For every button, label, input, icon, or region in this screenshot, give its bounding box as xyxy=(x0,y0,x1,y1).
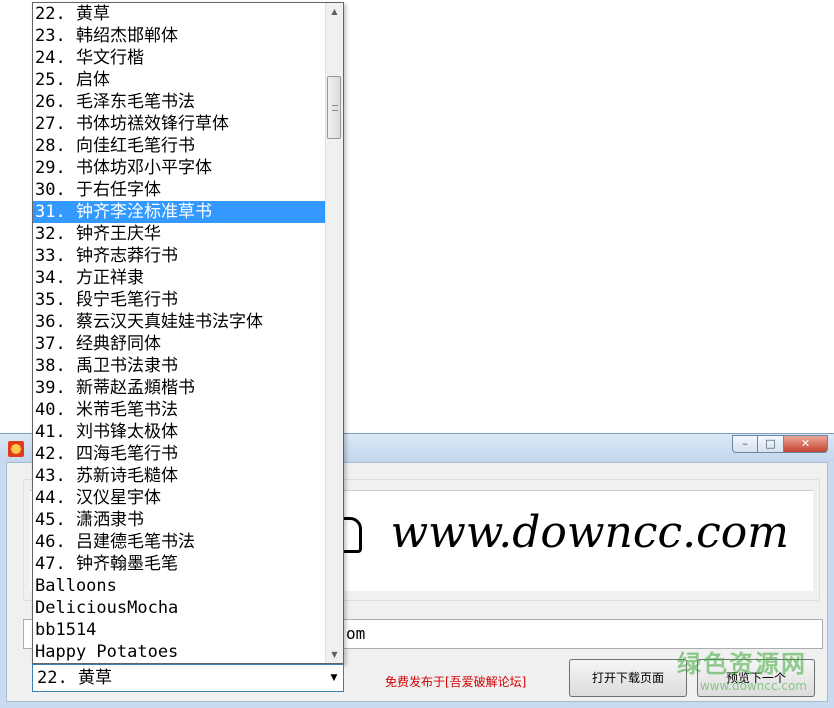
dropdown-scrollbar[interactable]: ▲ ▼ xyxy=(325,3,343,663)
font-dropdown-list[interactable]: 22. 黄草 23. 韩绍杰邯郸体 24. 华文行楷 25. 启体 26. 毛泽东毛笔书… xyxy=(32,2,344,664)
font-option[interactable]: 37. 经典舒同体 xyxy=(33,333,326,355)
font-option[interactable]: 27. 书体坊禚效锋行草体 xyxy=(33,113,326,135)
font-option[interactable]: 28. 向佳红毛笔行书 xyxy=(33,135,326,157)
font-option[interactable]: 30. 于右任字体 xyxy=(33,179,326,201)
font-option[interactable]: 25. 启体 xyxy=(33,69,326,91)
font-preview-text: www.downcc.com xyxy=(390,507,789,558)
font-option[interactable]: DeliciousMocha xyxy=(33,597,326,619)
font-option[interactable]: 38. 禹卫书法隶书 xyxy=(33,355,326,377)
font-option[interactable]: 31. 钟齐李洤标准草书 xyxy=(33,201,326,223)
grip-icon xyxy=(332,104,338,111)
scroll-down-arrow-icon[interactable]: ▼ xyxy=(326,646,343,663)
font-option[interactable]: 24. 华文行楷 xyxy=(33,47,326,69)
maximize-button[interactable]: □ xyxy=(758,435,784,453)
preview-text-input-value: om xyxy=(346,624,366,643)
font-option[interactable]: 33. 钟齐志莽行书 xyxy=(33,245,326,267)
font-option[interactable]: 45. 潇洒隶书 xyxy=(33,509,326,531)
open-download-page-button[interactable]: 打开下载页面 xyxy=(569,659,687,697)
font-option[interactable]: 32. 钟齐王庆华 xyxy=(33,223,326,245)
font-option[interactable]: 44. 汉仪星宇体 xyxy=(33,487,326,509)
font-options: 22. 黄草 23. 韩绍杰邯郸体 24. 华文行楷 25. 启体 26. 毛泽东毛笔书… xyxy=(33,3,326,663)
scrollbar-thumb[interactable] xyxy=(327,76,341,139)
font-option[interactable]: 22. 黄草 xyxy=(33,3,326,25)
font-option[interactable]: Happy Potatoes xyxy=(33,641,326,663)
font-option[interactable]: 40. 米芾毛笔书法 xyxy=(33,399,326,421)
scroll-up-arrow-icon[interactable]: ▲ xyxy=(326,3,343,20)
font-option[interactable]: bb1514 xyxy=(33,619,326,641)
font-option[interactable]: 23. 韩绍杰邯郸体 xyxy=(33,25,326,47)
screen: – □ ✕ www.downcc.com om 免费发布于[吾爱破解论坛] 打开… xyxy=(0,0,834,708)
font-option[interactable]: 42. 四海毛笔行书 xyxy=(33,443,326,465)
font-option[interactable]: 35. 段宁毛笔行书 xyxy=(33,289,326,311)
close-button[interactable]: ✕ xyxy=(784,435,828,453)
font-option[interactable]: 26. 毛泽东毛笔书法 xyxy=(33,91,326,113)
font-select-value: 22. 黄草 xyxy=(37,668,112,688)
font-option[interactable]: 34. 方正祥隶 xyxy=(33,267,326,289)
app-icon xyxy=(8,441,24,457)
chevron-down-icon[interactable]: ▼ xyxy=(325,665,343,691)
font-option[interactable]: 41. 刘书锋太极体 xyxy=(33,421,326,443)
font-option[interactable]: 36. 蔡云汉天真娃娃书法字体 xyxy=(33,311,326,333)
preview-next-button[interactable]: 预览下一个 xyxy=(697,659,815,697)
font-option[interactable]: 29. 书体坊邓小平字体 xyxy=(33,157,326,179)
font-select[interactable]: 22. 黄草 ▼ xyxy=(32,664,344,692)
font-option[interactable]: 46. 吕建德毛笔书法 xyxy=(33,531,326,553)
minimize-button[interactable]: – xyxy=(732,435,758,453)
forum-release-note: 免费发布于[吾爱破解论坛] xyxy=(385,675,527,689)
font-option[interactable]: 39. 新蒂赵孟頫楷书 xyxy=(33,377,326,399)
font-option[interactable]: Balloons xyxy=(33,575,326,597)
font-option[interactable]: 47. 钟齐翰墨毛笔 xyxy=(33,553,326,575)
caption-buttons: – □ ✕ xyxy=(732,435,828,453)
font-option[interactable]: 43. 苏新诗毛糙体 xyxy=(33,465,326,487)
